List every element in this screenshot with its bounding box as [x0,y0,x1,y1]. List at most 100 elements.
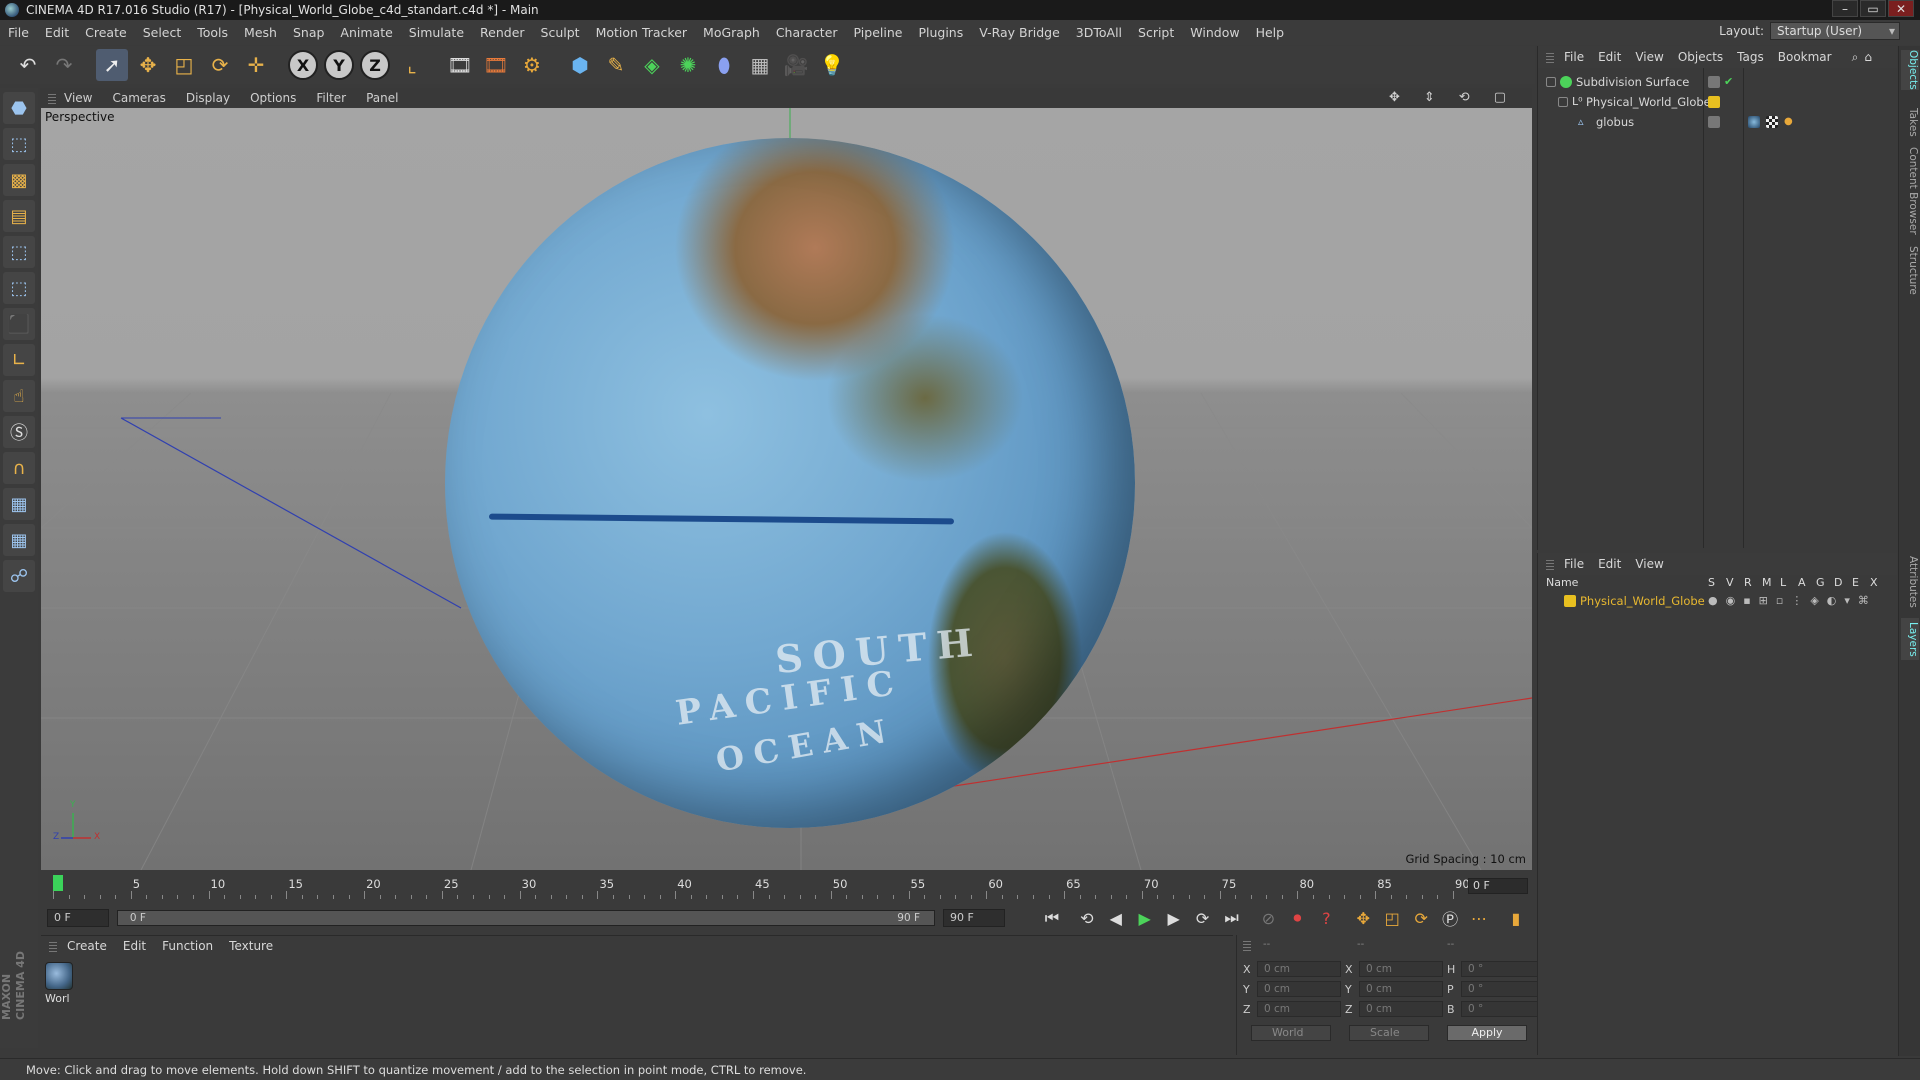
go-to-start-icon[interactable]: ⏮ [1039,907,1065,929]
viewport-menu-display[interactable]: Display [186,91,230,105]
object-row-subdivision-surface[interactable]: Subdivision Surface ✔ [1538,73,1898,91]
subdivision-surface-icon[interactable]: ◈ [636,49,668,81]
menu-select[interactable]: Select [143,25,182,40]
material-menu-edit[interactable]: Edit [123,939,146,953]
go-to-end-icon[interactable]: ⏭ [1219,907,1245,929]
viewport-menu-panel[interactable]: Panel [366,91,398,105]
collapse-icon[interactable] [1558,97,1568,107]
maximize-button[interactable]: ▭ [1860,0,1886,17]
panel-grip-icon[interactable] [1546,51,1554,63]
visibility-toggle-icon[interactable] [1708,116,1720,128]
material-menu-function[interactable]: Function [162,939,213,953]
menu-sculpt[interactable]: Sculpt [541,25,580,40]
layer-flag-icons[interactable]: ●◉▪⊞▫⋮◈◐▾⌘ [1708,592,1877,610]
menu-mesh[interactable]: Mesh [244,25,277,40]
rotate-tool-icon[interactable]: ⟳ [204,49,236,81]
pos-z-field[interactable]: 0 cm [1257,1001,1341,1017]
menu-file[interactable]: File [8,25,29,40]
texture-mode-icon[interactable]: ▩ [3,164,35,196]
coord-space-dropdown[interactable]: World [1251,1025,1331,1041]
next-key-icon[interactable]: ⟳ [1190,907,1216,929]
camera-object-icon[interactable]: 🎥 [780,49,812,81]
visibility-toggle-icon[interactable] [1708,76,1720,88]
spline-pen-icon[interactable]: ✎ [600,49,632,81]
phong-tag-icon[interactable]: ● [1784,116,1796,128]
menu-create[interactable]: Create [85,25,127,40]
menu-simulate[interactable]: Simulate [409,25,464,40]
tab-objects[interactable]: Objects [1901,50,1919,90]
viewport-menu-cameras[interactable]: Cameras [112,91,165,105]
magnet-icon[interactable]: ∩ [3,452,35,484]
tab-content-browser[interactable]: Content Browser [1901,146,1919,236]
collapse-icon[interactable] [1546,77,1556,87]
array-object-icon[interactable]: ✺ [672,49,704,81]
material-menu-create[interactable]: Create [67,939,107,953]
tab-attributes[interactable]: Attributes [1901,552,1919,612]
maximize-view-icon[interactable]: ▢ [1494,90,1506,105]
record-keys-icon[interactable]: ⊘ [1255,907,1281,929]
render-settings-icon[interactable]: ⚙ [516,49,548,81]
planar-workplane-icon[interactable]: ▦ [3,524,35,556]
rot-p-field[interactable]: 0 ° [1461,981,1545,997]
layer-menu-file[interactable]: File [1564,557,1584,571]
panel-grip-icon[interactable] [48,91,56,104]
points-mode-icon[interactable]: ⬚ [3,236,35,268]
layout-dropdown[interactable]: Startup (User) [1770,22,1900,40]
tab-layers[interactable]: Layers [1901,618,1919,660]
menu-help[interactable]: Help [1256,25,1285,40]
key-parameter-icon[interactable]: Ⓟ [1437,907,1463,929]
redo-icon[interactable]: ↷ [48,49,80,81]
search-icon[interactable]: ⌕ [1852,50,1859,65]
menu-pipeline[interactable]: Pipeline [854,25,903,40]
undo-icon[interactable]: ↶ [12,49,44,81]
material-thumbnail[interactable] [45,962,73,990]
next-frame-icon[interactable]: ▶ [1161,907,1187,929]
axis-mode-icon[interactable]: ∟ [3,344,35,376]
previous-frame-icon[interactable]: ◀ [1103,907,1129,929]
timeline-window-icon[interactable]: ▮ [1503,907,1529,929]
obj-menu-objects[interactable]: Objects [1678,50,1723,64]
live-selection-icon[interactable]: ➚ [96,49,128,81]
edges-mode-icon[interactable]: ⬚ [3,272,35,304]
close-button[interactable]: ✕ [1888,0,1914,17]
y-axis-lock-icon[interactable]: Y [324,50,354,80]
orbit-view-icon[interactable]: ⟲ [1459,90,1470,105]
coord-mode-dropdown[interactable]: Scale [1349,1025,1429,1041]
snap-icon[interactable]: Ⓢ [3,416,35,448]
cube-object-icon[interactable]: ⬢ [564,49,596,81]
model-mode-icon[interactable]: ⬚ [3,128,35,160]
coordinate-system-icon[interactable]: ⌞ [396,49,428,81]
pos-y-field[interactable]: 0 cm [1257,981,1341,997]
obj-menu-view[interactable]: View [1635,50,1663,64]
polygons-mode-icon[interactable]: ⬛ [3,308,35,340]
dolly-view-icon[interactable]: ⇕ [1424,90,1435,105]
start-frame-field[interactable]: 0 F [47,909,109,927]
viewport-menu-options[interactable]: Options [250,91,296,105]
x-axis-lock-icon[interactable]: X [288,50,318,80]
menu-3dtoall[interactable]: 3DToAll [1076,25,1122,40]
workplane-icon[interactable]: ▤ [3,200,35,232]
menu-edit[interactable]: Edit [45,25,69,40]
move-tool-icon[interactable]: ✥ [132,49,164,81]
size-z-field[interactable]: 0 cm [1359,1001,1443,1017]
deformer-icon[interactable]: ⬮ [708,49,740,81]
make-editable-icon[interactable]: ⬣ [3,92,35,124]
frame-ruler[interactable]: 051015202530354045505560657075808590 [53,877,1470,899]
end-frame-field[interactable]: 90 F [943,909,1005,927]
tweak-mode-icon[interactable]: ☝ [3,380,35,412]
timeline-ruler[interactable]: 051015202530354045505560657075808590 0 F [41,873,1532,901]
light-object-icon[interactable]: 💡 [816,49,848,81]
menu-vray-bridge[interactable]: V-Ray Bridge [979,25,1060,40]
rot-h-field[interactable]: 0 ° [1461,961,1545,977]
home-icon[interactable]: ⌂ [1864,50,1872,64]
menu-snap[interactable]: Snap [293,25,324,40]
size-y-field[interactable]: 0 cm [1359,981,1443,997]
apply-button[interactable]: Apply [1447,1025,1527,1041]
render-picture-viewer-icon[interactable]: 🎞 [480,49,512,81]
menu-script[interactable]: Script [1138,25,1174,40]
viewport-menu-view[interactable]: View [64,91,92,105]
menu-motion-tracker[interactable]: Motion Tracker [596,25,687,40]
texture-tag-icon[interactable] [1766,116,1778,128]
object-row-physical-world-globe[interactable]: L⁰ Physical_World_Globe [1538,93,1898,111]
menu-render[interactable]: Render [480,25,525,40]
